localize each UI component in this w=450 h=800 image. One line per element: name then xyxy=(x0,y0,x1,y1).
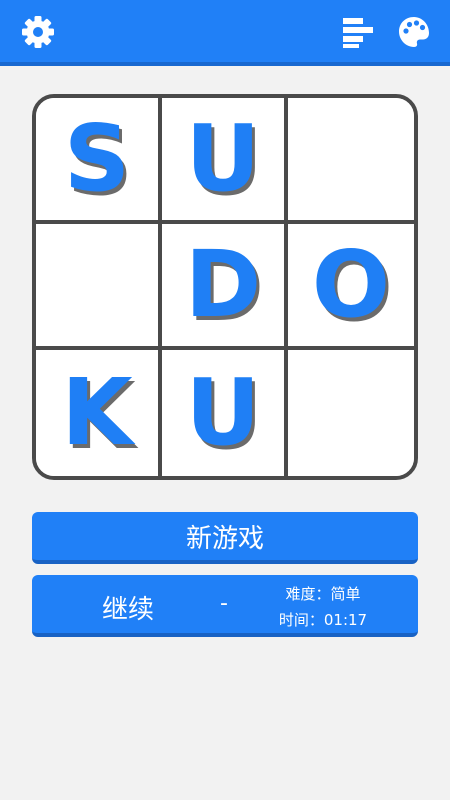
board-cell: U xyxy=(162,98,288,224)
logo-letter: S xyxy=(63,105,131,212)
board-cell xyxy=(288,98,414,224)
logo-letter: D xyxy=(184,231,262,338)
continue-separator: - xyxy=(220,591,228,616)
logo-letter: U xyxy=(185,105,261,212)
leaderboard-icon xyxy=(343,18,373,48)
logo-letter: K xyxy=(61,359,133,466)
palette-icon xyxy=(399,17,429,47)
board-cell: D xyxy=(162,224,288,350)
continue-button[interactable]: 继续 - 难度：简单 时间：01:17 xyxy=(32,575,418,637)
board-cell xyxy=(288,350,414,476)
top-app-bar xyxy=(0,0,450,66)
sudoku-logo-board: S U D O K U xyxy=(32,94,418,480)
board-cell: U xyxy=(162,350,288,476)
board-cell: O xyxy=(288,224,414,350)
difficulty-text: 难度：简单 xyxy=(285,585,361,603)
board-cell: S xyxy=(36,98,162,224)
gear-icon xyxy=(22,16,54,48)
continue-label: 继续 xyxy=(102,595,155,625)
theme-button[interactable] xyxy=(396,14,432,50)
board-cell: K xyxy=(36,350,162,476)
new-game-label: 新游戏 xyxy=(185,523,264,554)
logo-letter: U xyxy=(185,359,261,466)
elapsed-time-text: 时间：01:17 xyxy=(278,611,368,629)
board-cell xyxy=(36,224,162,350)
settings-button[interactable] xyxy=(20,14,56,50)
logo-letter: O xyxy=(311,231,391,338)
new-game-button[interactable]: 新游戏 xyxy=(32,512,418,564)
statistics-button[interactable] xyxy=(340,14,376,50)
saved-game-info: 难度：简单 时间：01:17 xyxy=(268,581,378,633)
